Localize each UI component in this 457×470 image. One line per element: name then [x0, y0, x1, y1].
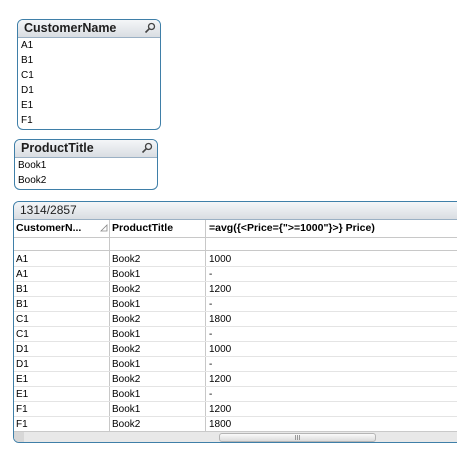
cell-customername[interactable]: B1	[16, 282, 106, 297]
cell-value[interactable]: 1200	[209, 372, 457, 387]
cell-producttitle[interactable]: Book1	[112, 357, 204, 372]
cell-producttitle[interactable]: Book1	[112, 267, 204, 282]
cell-customername[interactable]: E1	[16, 372, 106, 387]
list-item[interactable]: Book2	[15, 173, 157, 188]
list-item[interactable]: F1	[18, 113, 160, 128]
cell-customername[interactable]: F1	[16, 417, 106, 432]
list-item[interactable]: B1	[18, 53, 160, 68]
cell-producttitle[interactable]: Book2	[112, 282, 204, 297]
producttitle-listbox: ProductTitle Book1 Book2	[14, 139, 158, 190]
horizontal-scrollbar[interactable]	[14, 431, 457, 442]
grip-icon	[295, 435, 301, 440]
cell-producttitle[interactable]: Book2	[112, 417, 204, 432]
cell-value[interactable]: 1200	[209, 402, 457, 417]
column-header-expression[interactable]: =avg({<Price={">=1000"}>} Price)	[209, 220, 457, 237]
cell-producttitle[interactable]: Book2	[112, 372, 204, 387]
cell-value[interactable]: 1800	[209, 312, 457, 327]
cell-customername[interactable]: D1	[16, 357, 106, 372]
cell-value[interactable]: 1000	[209, 252, 457, 267]
list-item[interactable]: E1	[18, 98, 160, 113]
cell-customername[interactable]: C1	[16, 312, 106, 327]
producttitle-title: ProductTitle	[21, 141, 94, 155]
cell-customername[interactable]: A1	[16, 252, 106, 267]
table-caption-text: 1314/2857	[20, 203, 77, 217]
cell-customername[interactable]: A1	[16, 267, 106, 282]
table-caption[interactable]: 1314/2857	[14, 202, 457, 220]
straight-table: 1314/2857 CustomerN... ProductTitle =avg…	[13, 201, 457, 443]
scroll-left-button[interactable]	[14, 432, 24, 442]
search-icon[interactable]	[144, 22, 156, 34]
cell-producttitle[interactable]: Book1	[112, 297, 204, 312]
header-divider	[14, 237, 457, 238]
cell-customername[interactable]: E1	[16, 387, 106, 402]
cell-producttitle[interactable]: Book1	[112, 327, 204, 342]
cell-producttitle[interactable]: Book2	[112, 342, 204, 357]
list-item[interactable]: C1	[18, 68, 160, 83]
sort-ascending-icon[interactable]	[100, 224, 108, 232]
customername-listbox: CustomerName A1 B1 C1 D1 E1 F1	[17, 19, 161, 130]
cell-value[interactable]: -	[209, 297, 457, 312]
column-header-customername[interactable]: CustomerN...	[16, 220, 104, 237]
customername-caption[interactable]: CustomerName	[18, 20, 160, 38]
producttitle-caption[interactable]: ProductTitle	[15, 140, 157, 158]
cell-producttitle[interactable]: Book1	[112, 402, 204, 417]
cell-customername[interactable]: C1	[16, 327, 106, 342]
cell-customername[interactable]: B1	[16, 297, 106, 312]
cell-value[interactable]: 1000	[209, 342, 457, 357]
column-header-producttitle[interactable]: ProductTitle	[112, 220, 204, 237]
customername-title: CustomerName	[24, 21, 117, 35]
cell-value[interactable]: 1200	[209, 282, 457, 297]
cell-value[interactable]: -	[209, 327, 457, 342]
cell-value[interactable]: -	[209, 387, 457, 402]
cell-customername[interactable]: F1	[16, 402, 106, 417]
header-divider	[14, 250, 457, 251]
cell-producttitle[interactable]: Book2	[112, 252, 204, 267]
cell-value[interactable]: 1800	[209, 417, 457, 432]
cell-value[interactable]: -	[209, 267, 457, 282]
cell-customername[interactable]: D1	[16, 342, 106, 357]
scroll-thumb[interactable]	[219, 433, 376, 442]
list-item[interactable]: A1	[18, 38, 160, 53]
list-item[interactable]: Book1	[15, 158, 157, 173]
search-icon[interactable]	[141, 142, 153, 154]
cell-value[interactable]: -	[209, 357, 457, 372]
cell-producttitle[interactable]: Book2	[112, 312, 204, 327]
cell-producttitle[interactable]: Book1	[112, 387, 204, 402]
list-item[interactable]: D1	[18, 83, 160, 98]
